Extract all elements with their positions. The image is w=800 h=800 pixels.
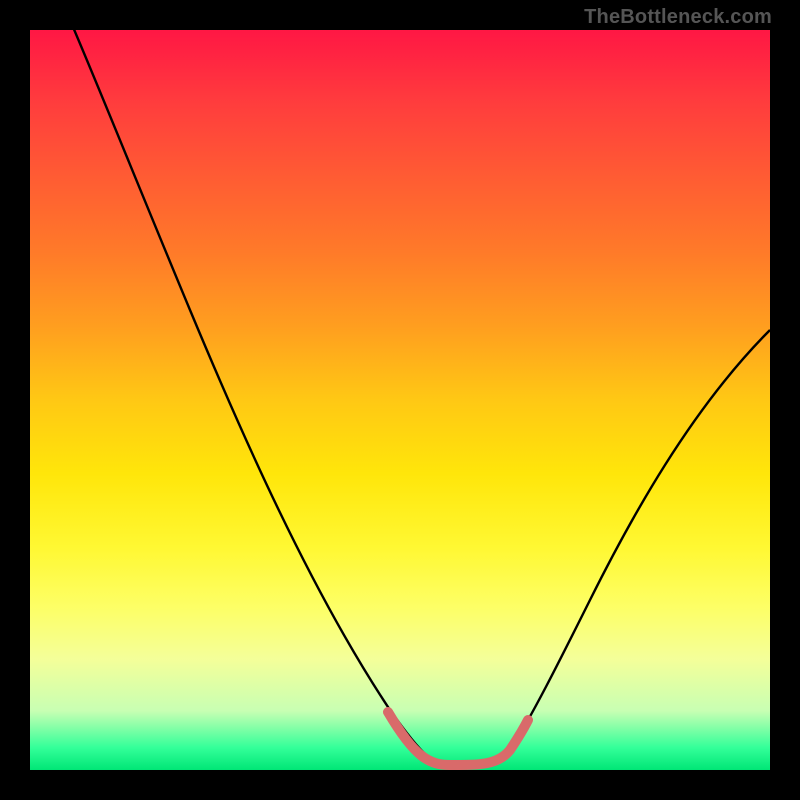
optimal-marker <box>388 712 528 765</box>
bottleneck-curve <box>30 30 770 770</box>
plot-area <box>30 30 770 770</box>
watermark-text: TheBottleneck.com <box>584 6 772 29</box>
curve-path <box>70 30 770 765</box>
chart-frame: TheBottleneck.com <box>0 0 800 800</box>
